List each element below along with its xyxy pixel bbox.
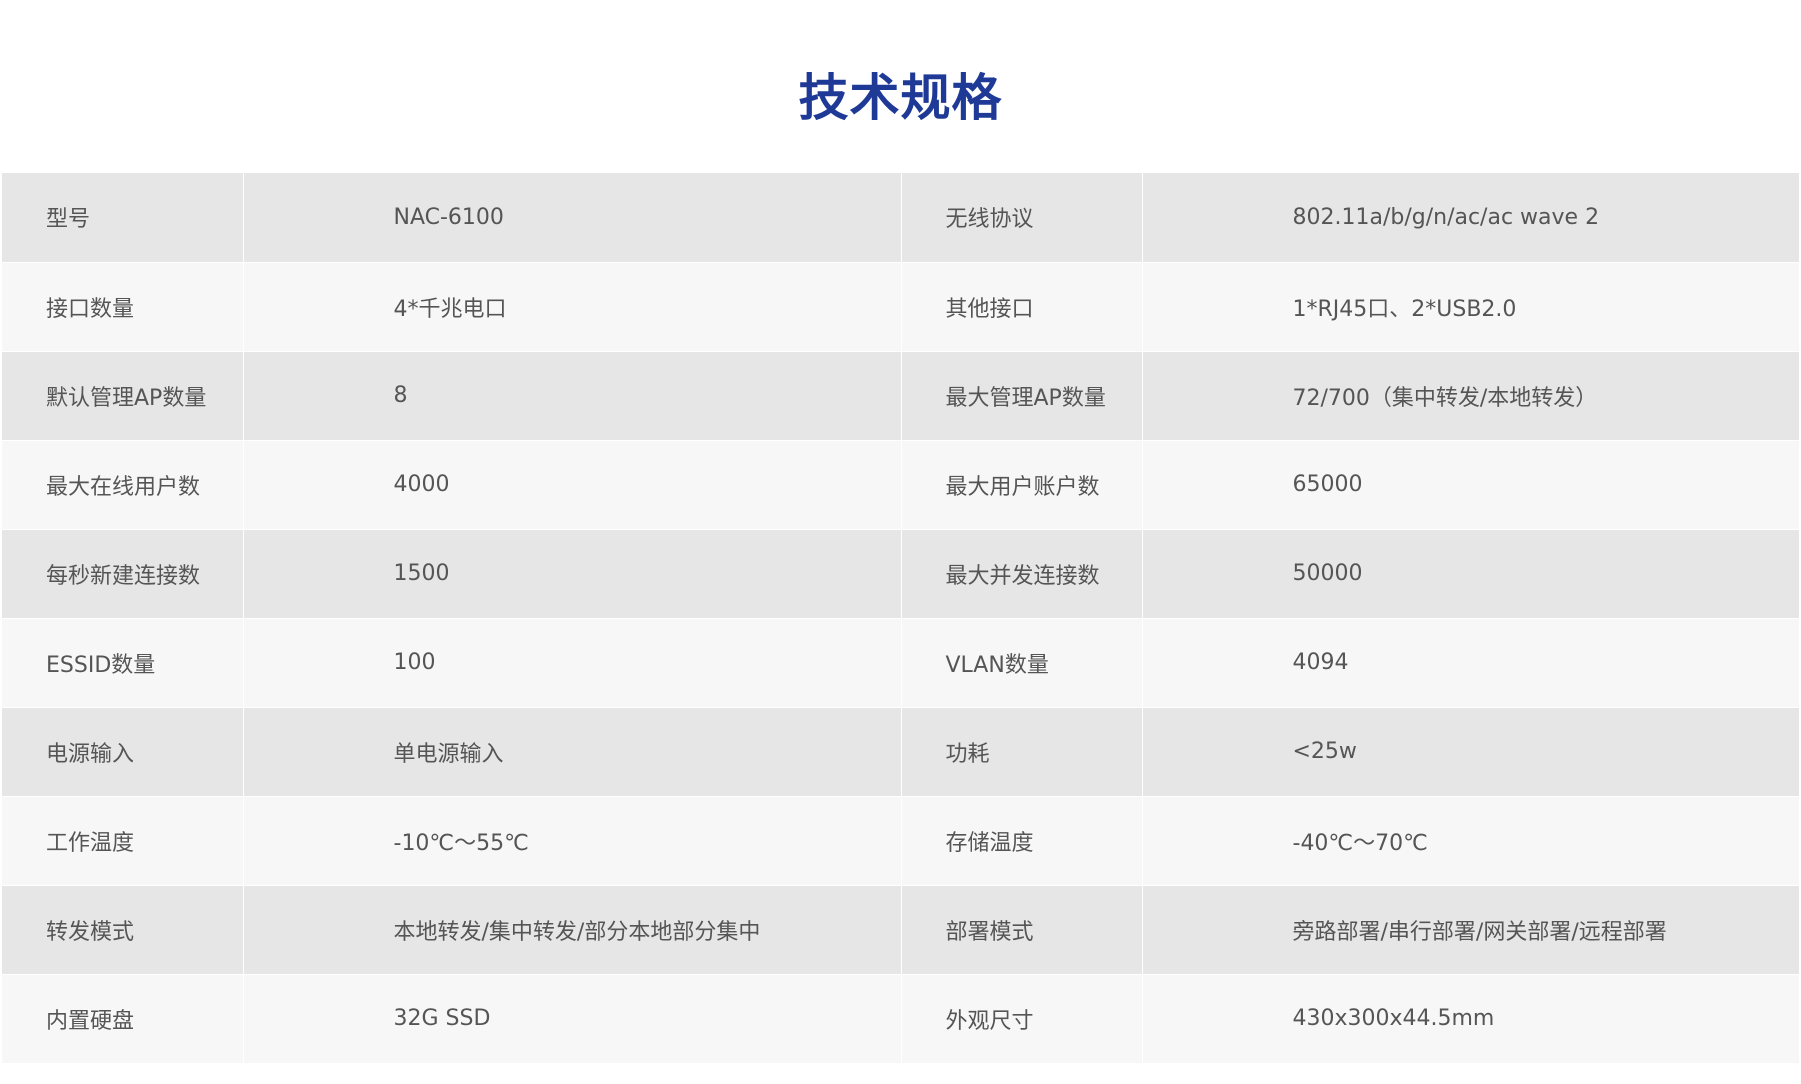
spec-value: 4*千兆电口 xyxy=(243,262,902,352)
spec-label: 每秒新建连接数 xyxy=(2,529,244,619)
spec-value: 802.11a/b/g/n/ac/ac wave 2 xyxy=(1142,173,1799,263)
spec-value: -40℃～70℃ xyxy=(1142,796,1799,886)
spec-label: 接口数量 xyxy=(2,262,244,352)
spec-label: 最大用户账户数 xyxy=(901,440,1143,530)
spec-label: 最大管理AP数量 xyxy=(901,351,1143,441)
spec-label: 部署模式 xyxy=(901,885,1143,975)
spec-value: 8 xyxy=(243,351,902,441)
spec-label: 无线协议 xyxy=(901,173,1143,263)
spec-value: 1500 xyxy=(243,529,902,619)
spec-row: 工作温度 -10℃～55℃ 存储温度 -40℃～70℃ xyxy=(2,796,1799,886)
spec-table: 型号 NAC-6100 无线协议 802.11a/b/g/n/ac/ac wav… xyxy=(2,173,1799,1064)
spec-row: 最大在线用户数 4000 最大用户账户数 65000 xyxy=(2,440,1799,530)
spec-label: 存储温度 xyxy=(901,796,1143,886)
spec-label: 最大并发连接数 xyxy=(901,529,1143,619)
spec-row: 电源输入 单电源输入 功耗 <25w xyxy=(2,707,1799,797)
spec-label: ESSID数量 xyxy=(2,618,244,708)
spec-label: 默认管理AP数量 xyxy=(2,351,244,441)
spec-label: 型号 xyxy=(2,173,244,263)
spec-value: 4000 xyxy=(243,440,902,530)
spec-value: 1*RJ45口、2*USB2.0 xyxy=(1142,262,1799,352)
spec-row: 转发模式 本地转发/集中转发/部分本地部分集中 部署模式 旁路部署/串行部署/网… xyxy=(2,885,1799,975)
spec-label: 其他接口 xyxy=(901,262,1143,352)
spec-value: 4094 xyxy=(1142,618,1799,708)
spec-label: 功耗 xyxy=(901,707,1143,797)
spec-label: 工作温度 xyxy=(2,796,244,886)
spec-value: 本地转发/集中转发/部分本地部分集中 xyxy=(243,885,902,975)
spec-label: VLAN数量 xyxy=(901,618,1143,708)
spec-value: 单电源输入 xyxy=(243,707,902,797)
spec-value: 50000 xyxy=(1142,529,1799,619)
spec-value: <25w xyxy=(1142,707,1799,797)
spec-value: 430x300x44.5mm xyxy=(1142,974,1799,1064)
spec-value: 旁路部署/串行部署/网关部署/远程部署 xyxy=(1142,885,1799,975)
spec-label: 最大在线用户数 xyxy=(2,440,244,530)
spec-row: 每秒新建连接数 1500 最大并发连接数 50000 xyxy=(2,529,1799,619)
spec-row: ESSID数量 100 VLAN数量 4094 xyxy=(2,618,1799,708)
spec-row: 型号 NAC-6100 无线协议 802.11a/b/g/n/ac/ac wav… xyxy=(2,173,1799,263)
spec-label: 转发模式 xyxy=(2,885,244,975)
spec-value: 100 xyxy=(243,618,902,708)
spec-row: 默认管理AP数量 8 最大管理AP数量 72/700（集中转发/本地转发） xyxy=(2,351,1799,441)
spec-label: 内置硬盘 xyxy=(2,974,244,1064)
spec-label: 电源输入 xyxy=(2,707,244,797)
spec-value: 65000 xyxy=(1142,440,1799,530)
spec-value: 72/700（集中转发/本地转发） xyxy=(1142,351,1799,441)
spec-value: -10℃～55℃ xyxy=(243,796,902,886)
spec-value: 32G SSD xyxy=(243,974,902,1064)
page-title: 技术规格 xyxy=(798,68,1003,127)
spec-label: 外观尺寸 xyxy=(901,974,1143,1064)
spec-value: NAC-6100 xyxy=(243,173,902,263)
spec-row: 接口数量 4*千兆电口 其他接口 1*RJ45口、2*USB2.0 xyxy=(2,262,1799,352)
spec-row: 内置硬盘 32G SSD 外观尺寸 430x300x44.5mm xyxy=(2,974,1799,1064)
